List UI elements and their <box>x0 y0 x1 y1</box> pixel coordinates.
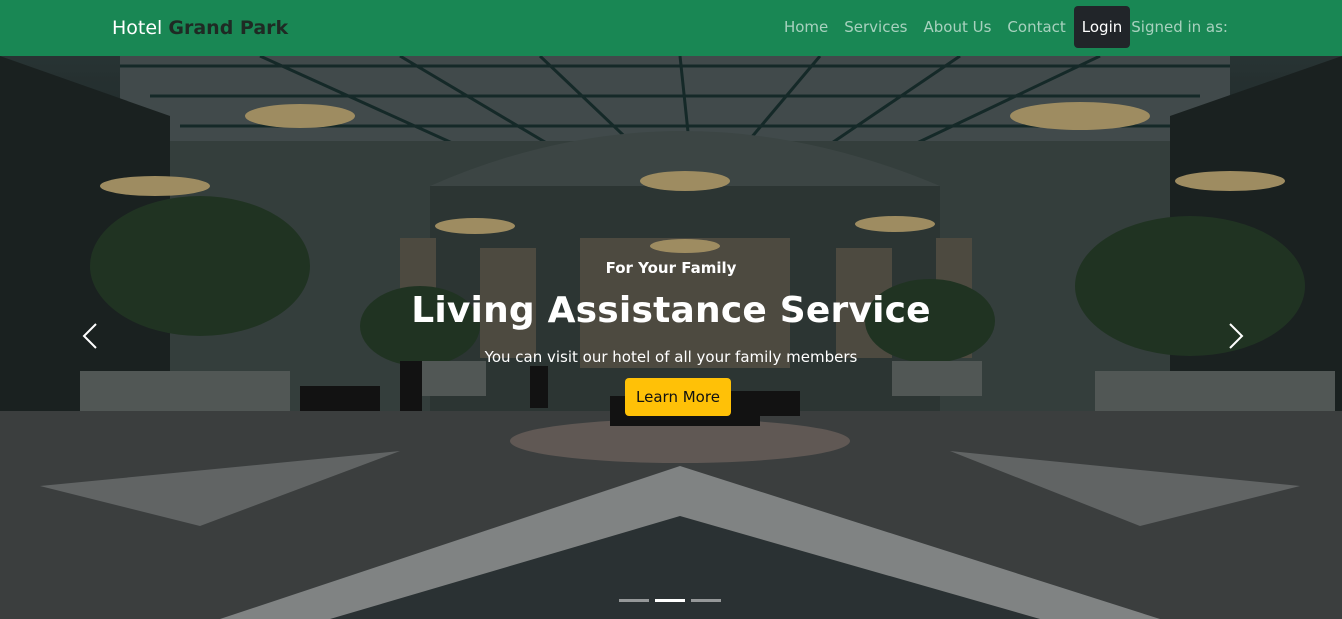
nav-links: Home Services About Us Contact Login Sig… <box>776 6 1228 48</box>
nav-contact[interactable]: Contact <box>999 6 1073 48</box>
chevron-left-icon <box>82 323 97 349</box>
nav-services[interactable]: Services <box>836 6 915 48</box>
brand[interactable]: Hotel Grand Park <box>112 16 288 40</box>
carousel-next-button[interactable] <box>1228 322 1258 362</box>
chevron-right-icon <box>1229 323 1244 349</box>
carousel-indicator-2[interactable] <box>655 599 685 602</box>
learn-more-button[interactable]: Learn More <box>625 378 731 416</box>
hero-overlay <box>0 56 1342 619</box>
carousel-indicator-3[interactable] <box>691 599 721 602</box>
nav-home[interactable]: Home <box>776 6 836 48</box>
carousel-prev-button[interactable] <box>82 322 112 362</box>
brand-prefix: Hotel <box>112 17 163 39</box>
hero-carousel: For Your Family Living Assistance Servic… <box>0 56 1342 619</box>
signed-in-label: Signed in as: <box>1131 18 1228 36</box>
carousel-indicators <box>619 598 721 604</box>
carousel-indicator-1[interactable] <box>619 599 649 602</box>
hero-subtitle: You can visit our hotel of all your fami… <box>484 348 858 366</box>
hero-title: Living Assistance Service <box>411 290 931 331</box>
login-button[interactable]: Login <box>1073 6 1131 48</box>
navbar: Hotel Grand Park Home Services About Us … <box>0 0 1342 56</box>
nav-about-us[interactable]: About Us <box>916 6 1000 48</box>
brand-name: Grand Park <box>168 17 289 39</box>
hero-eyebrow: For Your Family <box>605 259 737 277</box>
